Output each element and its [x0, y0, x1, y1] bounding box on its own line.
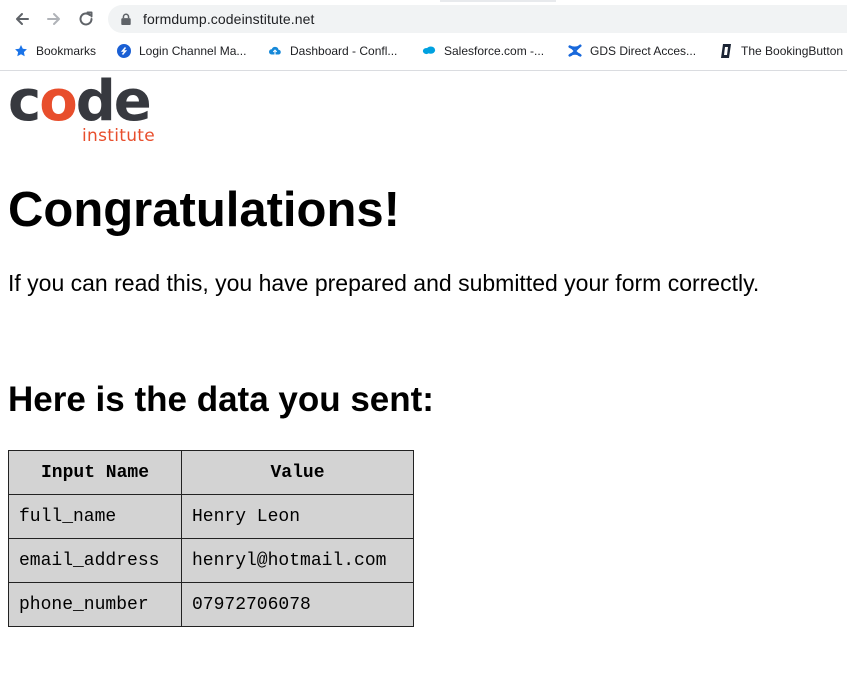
- bookmark-dashboard[interactable]: Dashboard - Confl...: [268, 42, 397, 60]
- success-message: If you can read this, you have prepared …: [8, 270, 760, 296]
- tab-strip: [440, 0, 556, 2]
- table-row: email_address henryl@hotmail.com: [8, 538, 414, 583]
- input-name-cell: full_name: [8, 494, 182, 539]
- address-bar[interactable]: formdump.codeinstitute.net: [108, 5, 847, 33]
- back-button[interactable]: [11, 8, 33, 30]
- logo-subtitle: institute: [82, 126, 156, 146]
- bookmark-label: GDS Direct Acces...: [590, 44, 697, 58]
- forward-button[interactable]: [43, 8, 65, 30]
- table-row: full_name Henry Leon: [8, 494, 414, 539]
- table-row: phone_number 07972706078: [8, 582, 414, 627]
- channel-logo-icon: [117, 44, 131, 58]
- cloud-icon: [268, 44, 282, 58]
- form-data-table: Input Name Value full_name Henry Leon em…: [8, 450, 414, 627]
- reload-button[interactable]: [75, 8, 97, 30]
- column-header-value: Value: [181, 450, 414, 495]
- reload-icon: [79, 11, 93, 26]
- bookingbutton-icon: [719, 44, 733, 58]
- confluence-icon: [568, 44, 582, 58]
- browser-chrome: formdump.codeinstitute.net Bookmarks Log…: [0, 0, 847, 71]
- input-name-cell: phone_number: [8, 582, 182, 627]
- url-text: formdump.codeinstitute.net: [143, 11, 315, 27]
- star-icon: [14, 44, 28, 58]
- lock-icon: [120, 12, 134, 26]
- column-header-input-name: Input Name: [8, 450, 182, 495]
- bookmark-label: Dashboard - Confl...: [290, 44, 398, 58]
- bookmark-bookingbutton[interactable]: The BookingButton: [719, 42, 843, 60]
- value-cell: henryl@hotmail.com: [181, 538, 414, 583]
- logo-wordmark: code: [8, 74, 152, 130]
- table-header-row: Input Name Value: [8, 450, 414, 495]
- bookmark-gds-direct[interactable]: GDS Direct Acces...: [568, 42, 696, 60]
- input-name-cell: email_address: [8, 538, 182, 583]
- code-institute-logo: code institute: [8, 74, 168, 148]
- logo-word-text: code: [8, 69, 152, 134]
- bookmark-label: The BookingButton: [741, 44, 844, 58]
- bookmark-bookmarks[interactable]: Bookmarks: [14, 42, 96, 60]
- bookmark-label: Bookmarks: [36, 44, 97, 58]
- bookmark-label: Login Channel Ma...: [139, 44, 247, 58]
- value-cell: 07972706078: [181, 582, 414, 627]
- bookmark-login-channel[interactable]: Login Channel Ma...: [117, 42, 246, 60]
- bookmark-salesforce[interactable]: Salesforce.com -...: [422, 42, 544, 60]
- arrow-left-icon: [16, 13, 29, 25]
- value-cell: Henry Leon: [181, 494, 414, 539]
- data-heading: Here is the data you sent:: [8, 380, 434, 419]
- bookmark-label: Salesforce.com -...: [444, 44, 545, 58]
- bookmarks-bar: Bookmarks Login Channel Ma... Dashboard …: [0, 38, 847, 64]
- logo-accent-letter: o: [39, 69, 78, 134]
- page-title: Congratulations!: [8, 183, 400, 237]
- salesforce-icon: [422, 44, 436, 58]
- arrow-right-icon: [47, 13, 60, 25]
